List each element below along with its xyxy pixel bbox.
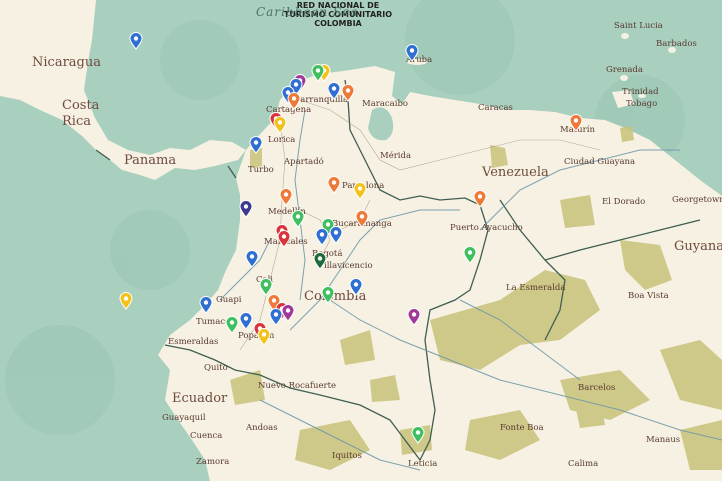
map-marker[interactable] (327, 82, 341, 100)
label-costa-rica: Costa Rica (62, 98, 100, 129)
map-marker[interactable] (249, 136, 263, 154)
map-marker[interactable] (463, 246, 477, 264)
label-calima: Calima (568, 459, 599, 469)
label-iquitos: Iquitos (332, 451, 362, 461)
map-marker[interactable] (199, 296, 213, 314)
label-nicaragua: Nicaragua (32, 55, 101, 70)
label-guyana: Guyana (674, 239, 722, 254)
label-zamora: Zamora (196, 457, 230, 467)
map-marker[interactable] (281, 304, 295, 322)
label-barbados: Barbados (656, 39, 697, 49)
label-ciudad-guayana: Ciudad Guayana (564, 157, 636, 167)
map-marker[interactable] (245, 250, 259, 268)
map-marker[interactable] (291, 210, 305, 228)
label-apartado: Apartadó (284, 157, 324, 167)
map-marker[interactable] (405, 44, 419, 62)
map-marker[interactable] (257, 328, 271, 346)
label-leticia: Leticia (408, 459, 438, 469)
map-marker[interactable] (239, 200, 253, 218)
label-merida: Mérida (380, 151, 412, 161)
label-guapi: Guapi (216, 295, 242, 305)
map-marker[interactable] (407, 308, 421, 326)
label-panama: Panama (124, 153, 177, 168)
label-nuevo-rocafuerte: Nuevo Rocafuerte (258, 381, 337, 391)
label-el-dorado: El Dorado (602, 197, 646, 207)
map-marker[interactable] (239, 312, 253, 330)
label-manaus: Manaus (646, 435, 681, 445)
label-tobago: Tobago (626, 99, 658, 109)
label-barcelos: Barcelos (578, 383, 616, 393)
label-fonte-boa: Fonte Boa (500, 423, 544, 433)
map-marker[interactable] (353, 182, 367, 200)
map-marker[interactable] (279, 188, 293, 206)
map-marker[interactable] (327, 176, 341, 194)
map-marker[interactable] (119, 292, 133, 310)
map-marker[interactable] (287, 92, 301, 110)
label-lorica: Lorica (268, 135, 296, 145)
label-boa-vista: Boa Vista (628, 291, 669, 301)
label-saint-lucia: Saint Lucia (614, 21, 663, 31)
map-marker[interactable] (329, 226, 343, 244)
map-view[interactable]: RED NACIONAL DE TURISMO COMUNITARIO COLO… (0, 0, 722, 481)
map-marker[interactable] (341, 84, 355, 102)
label-esmeraldas: Esmeraldas (168, 337, 219, 347)
label-georgetown: Georgetown (672, 195, 722, 205)
map-marker[interactable] (349, 278, 363, 296)
label-la-esmeralda: La Esmeralda (506, 283, 566, 293)
map-marker[interactable] (411, 426, 425, 444)
label-caribbean-sea: Caribbean Sea (256, 5, 359, 19)
label-caracas: Caracas (478, 103, 513, 113)
label-guayaquil: Guayaquil (162, 413, 206, 423)
label-maracaibo: Maracaibo (362, 99, 409, 109)
label-quito: Quito (204, 363, 228, 373)
map-marker[interactable] (277, 230, 291, 248)
map-marker[interactable] (473, 190, 487, 208)
label-trinidad: Trinidad (622, 87, 659, 97)
label-cuenca: Cuenca (190, 431, 223, 441)
map-marker[interactable] (269, 308, 283, 326)
label-puerto-ayacucho: Puerto Ayacucho (450, 223, 523, 233)
map-marker[interactable] (225, 316, 239, 334)
label-venezuela: Venezuela (482, 165, 549, 180)
label-ecuador: Ecuador (172, 391, 228, 406)
map-marker[interactable] (313, 252, 327, 270)
map-marker[interactable] (321, 286, 335, 304)
map-marker[interactable] (569, 114, 583, 132)
map-marker[interactable] (315, 228, 329, 246)
label-turbo: Turbo (248, 165, 274, 175)
map-marker[interactable] (355, 210, 369, 228)
title-line-3: COLOMBIA (314, 19, 362, 28)
map-marker[interactable] (311, 64, 325, 82)
map-marker[interactable] (129, 32, 143, 50)
map-marker[interactable] (273, 116, 287, 134)
label-grenada: Grenada (606, 65, 643, 75)
label-andoas: Andoas (246, 423, 278, 433)
